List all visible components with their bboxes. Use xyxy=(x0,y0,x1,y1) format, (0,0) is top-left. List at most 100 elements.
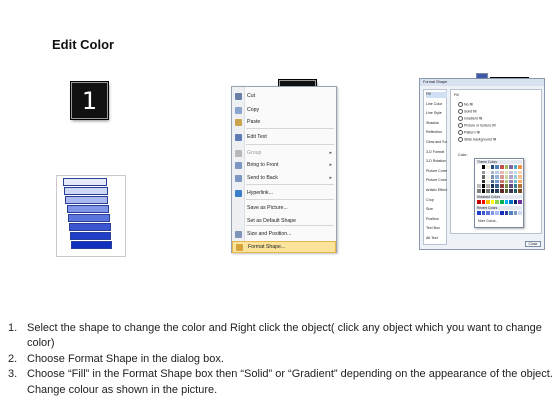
menu-item-cut[interactable]: Cut xyxy=(232,90,336,102)
color-swatch[interactable] xyxy=(504,189,509,193)
menu-item-size-and-position[interactable]: Size and Position... xyxy=(232,228,336,240)
color-swatch[interactable] xyxy=(486,170,490,175)
menu-item-save-as-picture[interactable]: Save as Picture... xyxy=(232,202,336,214)
dialog-sidebar-item[interactable]: Picture Corrections xyxy=(426,169,447,175)
color-swatch[interactable] xyxy=(518,184,522,188)
dialog-sidebar-item[interactable]: Fill xyxy=(426,92,447,98)
color-swatch[interactable] xyxy=(477,170,481,175)
color-swatch[interactable] xyxy=(477,179,481,184)
color-swatch[interactable] xyxy=(504,170,509,175)
color-swatch[interactable] xyxy=(513,200,518,204)
menu-item-set-as-default-shape[interactable]: Set as Default Shape xyxy=(232,215,336,227)
color-swatch[interactable] xyxy=(490,179,495,184)
color-swatch[interactable] xyxy=(500,170,504,175)
color-swatch[interactable] xyxy=(509,200,513,204)
fill-option-radio[interactable]: Pattern fill xyxy=(458,130,480,135)
menu-item-paste[interactable]: Paste xyxy=(232,116,336,128)
color-swatch[interactable] xyxy=(500,200,504,204)
color-swatch[interactable] xyxy=(477,165,481,169)
color-swatch[interactable] xyxy=(513,189,518,193)
fill-option-radio[interactable]: Solid fill xyxy=(458,109,476,114)
color-swatch[interactable] xyxy=(509,165,513,169)
color-swatch[interactable] xyxy=(504,184,509,188)
color-swatch[interactable] xyxy=(509,179,513,184)
color-swatch[interactable] xyxy=(486,184,490,188)
dialog-sidebar-item[interactable]: Reflection xyxy=(426,130,447,136)
color-swatch[interactable] xyxy=(490,200,495,204)
dialog-sidebar-item[interactable]: Alt Text xyxy=(426,236,447,242)
color-swatch[interactable] xyxy=(486,179,490,184)
dialog-sidebar-item[interactable]: Crop xyxy=(426,198,447,204)
color-swatch[interactable] xyxy=(500,189,504,193)
color-swatch[interactable] xyxy=(486,189,490,193)
color-swatch[interactable] xyxy=(495,184,499,188)
fill-option-radio[interactable]: Gradient fill xyxy=(458,116,482,121)
color-swatch[interactable] xyxy=(509,184,513,188)
color-swatch[interactable] xyxy=(486,211,490,215)
color-swatch[interactable] xyxy=(509,170,513,175)
menu-item-send-to-back[interactable]: Send to Back ▸ xyxy=(232,172,336,184)
color-swatch[interactable] xyxy=(518,211,522,215)
color-swatch[interactable] xyxy=(518,179,522,184)
color-swatch[interactable] xyxy=(477,175,481,179)
color-swatch[interactable] xyxy=(513,170,518,175)
dialog-sidebar-item[interactable]: Artistic Effects xyxy=(426,188,447,194)
color-swatch[interactable] xyxy=(495,165,499,169)
dialog-sidebar-item[interactable]: 3-D Rotation xyxy=(426,159,447,165)
color-swatch[interactable] xyxy=(481,184,486,188)
color-swatch[interactable] xyxy=(490,175,495,179)
color-swatch[interactable] xyxy=(495,200,499,204)
color-swatch[interactable] xyxy=(513,165,518,169)
color-swatch[interactable] xyxy=(500,179,504,184)
color-swatch[interactable] xyxy=(509,189,513,193)
color-swatch[interactable] xyxy=(477,200,481,204)
color-swatch[interactable] xyxy=(490,189,495,193)
color-swatch[interactable] xyxy=(513,211,518,215)
color-swatch[interactable] xyxy=(490,165,495,169)
color-swatch[interactable] xyxy=(513,175,518,179)
color-swatch[interactable] xyxy=(490,184,495,188)
stacked-bars-shape[interactable] xyxy=(60,178,124,254)
fill-option-radio[interactable]: Slide background fill xyxy=(458,137,496,142)
color-swatch[interactable] xyxy=(518,165,522,169)
menu-item-bring-to-front[interactable]: Bring to Front ▸ xyxy=(232,159,336,171)
color-swatch[interactable] xyxy=(518,175,522,179)
color-swatch[interactable] xyxy=(481,189,486,193)
menu-item-format-shape[interactable]: Format Shape... xyxy=(232,241,336,253)
color-swatch[interactable] xyxy=(504,179,509,184)
color-swatch[interactable] xyxy=(481,165,486,169)
color-swatch[interactable] xyxy=(500,184,504,188)
dialog-sidebar-item[interactable]: Picture Color xyxy=(426,178,447,184)
fill-option-radio[interactable]: No fill xyxy=(458,102,473,107)
dialog-sidebar-item[interactable]: Line Color xyxy=(426,102,447,108)
color-swatch[interactable] xyxy=(481,175,486,179)
color-picker-button[interactable] xyxy=(476,73,488,79)
color-swatch[interactable] xyxy=(500,165,504,169)
color-swatch[interactable] xyxy=(495,179,499,184)
color-swatch[interactable] xyxy=(504,165,509,169)
color-swatch[interactable] xyxy=(504,175,509,179)
dialog-sidebar-item[interactable]: 3-D Format xyxy=(426,150,447,156)
dialog-sidebar-item[interactable]: Size xyxy=(426,207,447,213)
fill-option-radio[interactable]: Picture or texture fill xyxy=(458,123,496,128)
color-swatch[interactable] xyxy=(513,184,518,188)
color-swatch[interactable] xyxy=(486,175,490,179)
color-swatch[interactable] xyxy=(509,175,513,179)
color-swatch[interactable] xyxy=(477,211,481,215)
dialog-sidebar-item[interactable]: Shadow xyxy=(426,121,447,127)
dialog-sidebar-item[interactable]: Line Style xyxy=(426,111,447,117)
color-swatch[interactable] xyxy=(500,211,504,215)
menu-item-hyperlink[interactable]: Hyperlink... xyxy=(232,187,336,199)
color-swatch[interactable] xyxy=(518,200,522,204)
color-swatch[interactable] xyxy=(513,179,518,184)
color-swatch[interactable] xyxy=(518,170,522,175)
color-swatch[interactable] xyxy=(509,211,513,215)
color-swatch[interactable] xyxy=(504,200,509,204)
menu-item-edit-text[interactable]: Edit Text xyxy=(232,131,336,143)
color-swatch[interactable] xyxy=(504,211,509,215)
color-swatch[interactable] xyxy=(481,200,486,204)
dialog-sidebar-item[interactable]: Glow and Soft Edges xyxy=(426,140,447,146)
color-swatch[interactable] xyxy=(486,165,490,169)
close-button[interactable]: Close xyxy=(525,241,541,247)
color-swatch[interactable] xyxy=(490,170,495,175)
